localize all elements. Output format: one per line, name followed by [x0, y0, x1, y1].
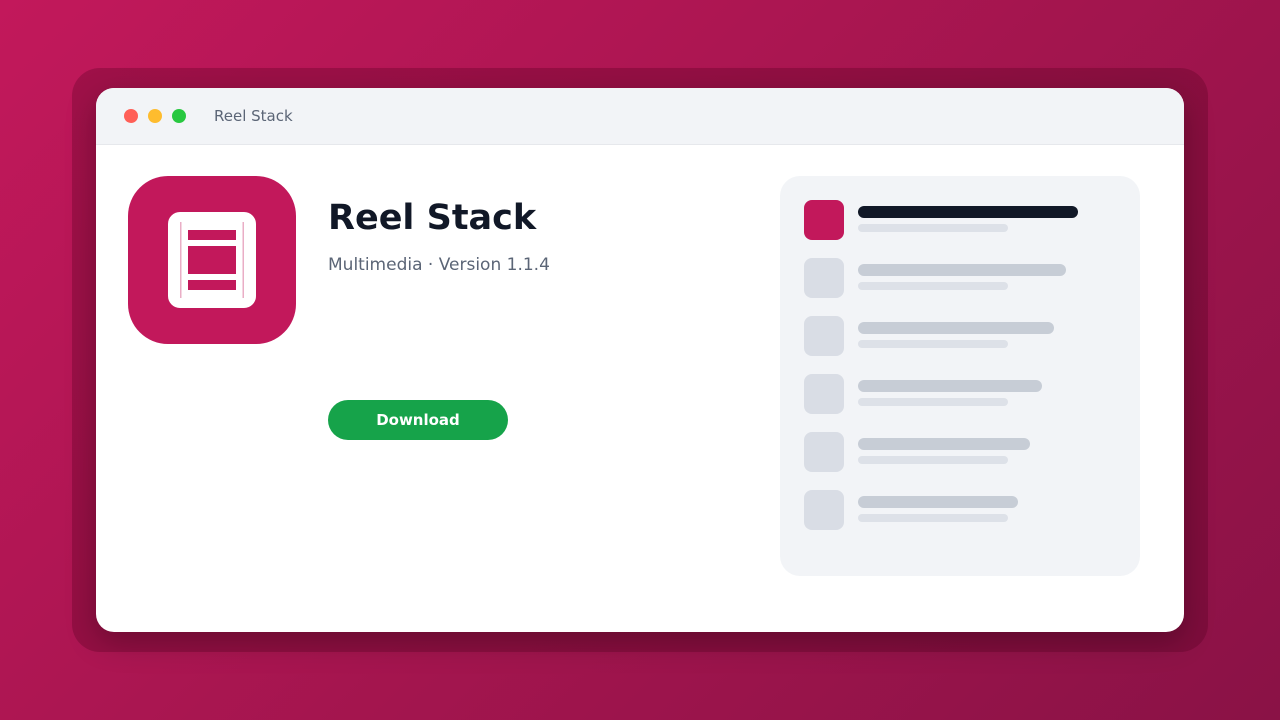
list-item-title-placeholder [858, 264, 1066, 276]
app-name: Reel Stack [328, 198, 537, 238]
list-item-title-placeholder [858, 380, 1042, 392]
related-apps-panel [780, 176, 1140, 576]
list-item[interactable] [804, 490, 1116, 530]
app-meta: Multimedia · Version 1.1.4 [328, 255, 550, 275]
film-strip-icon [168, 212, 256, 308]
minimize-window-button[interactable] [148, 109, 162, 123]
list-item-thumbnail [804, 316, 844, 356]
list-item-thumbnail [804, 200, 844, 240]
download-button[interactable]: Download [328, 400, 508, 440]
window-title: Reel Stack [214, 107, 293, 125]
list-item[interactable] [804, 432, 1116, 472]
list-item-subtitle-placeholder [858, 514, 1008, 522]
list-item-subtitle-placeholder [858, 224, 1008, 232]
list-item-title-placeholder [858, 496, 1018, 508]
list-item-thumbnail [804, 432, 844, 472]
list-item-thumbnail [804, 374, 844, 414]
list-item[interactable] [804, 258, 1116, 298]
app-window: Reel Stack Reel Stack Multimedia · Versi… [96, 88, 1184, 632]
list-item-subtitle-placeholder [858, 340, 1008, 348]
list-item-subtitle-placeholder [858, 456, 1008, 464]
maximize-window-button[interactable] [172, 109, 186, 123]
close-window-button[interactable] [124, 109, 138, 123]
app-icon [128, 176, 296, 344]
list-item-thumbnail [804, 490, 844, 530]
list-item[interactable] [804, 316, 1116, 356]
title-bar: Reel Stack [96, 88, 1184, 145]
list-item-thumbnail [804, 258, 844, 298]
list-item-subtitle-placeholder [858, 398, 1008, 406]
list-item[interactable] [804, 374, 1116, 414]
list-item-title-placeholder [858, 322, 1054, 334]
list-item[interactable] [804, 200, 1116, 240]
list-item-title-placeholder [858, 438, 1030, 450]
list-item-title-placeholder [858, 206, 1078, 218]
list-item-subtitle-placeholder [858, 282, 1008, 290]
